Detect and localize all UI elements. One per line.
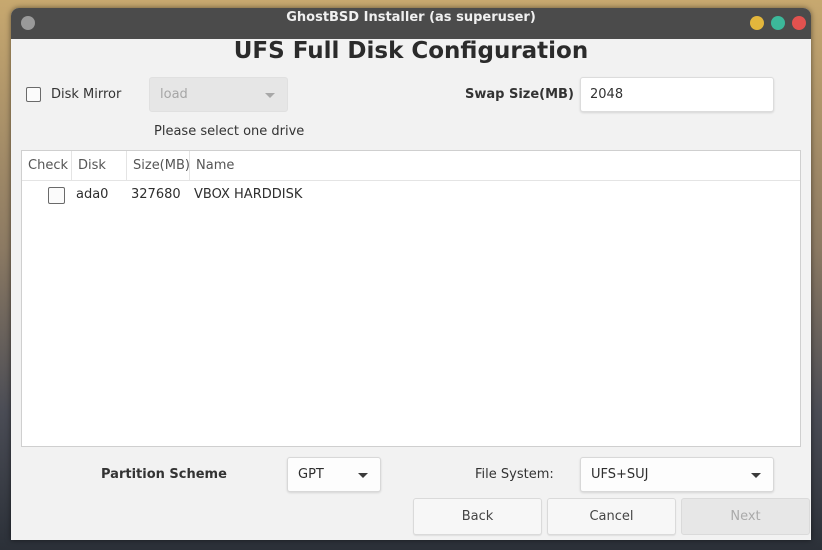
back-button[interactable]: Back xyxy=(413,498,542,535)
disk-cell: ada0 xyxy=(76,187,109,202)
table-row[interactable]: ada0 327680 VBOX HARDDISK xyxy=(22,180,800,210)
column-header-size[interactable]: Size(MB) xyxy=(127,151,190,180)
partition-scheme-label: Partition Scheme xyxy=(101,467,227,482)
swap-size-input[interactable] xyxy=(590,87,760,102)
swap-size-field[interactable] xyxy=(580,77,774,112)
table-header: Check Disk Size(MB) Name xyxy=(22,151,800,181)
file-system-label: File System: xyxy=(475,467,554,482)
column-header-name[interactable]: Name xyxy=(190,151,800,180)
next-button[interactable]: Next xyxy=(681,498,810,535)
size-cell: 327680 xyxy=(131,187,181,202)
installer-window: GhostBSD Installer (as superuser) UFS Fu… xyxy=(11,8,811,540)
disk-table: Check Disk Size(MB) Name ada0 327680 VBO… xyxy=(21,150,801,447)
page-title: UFS Full Disk Configuration xyxy=(233,38,589,64)
partition-scheme-value: GPT xyxy=(298,467,324,482)
name-cell: VBOX HARDDISK xyxy=(194,187,303,202)
partition-scheme-select[interactable]: GPT xyxy=(287,457,381,492)
mirror-type-value: load xyxy=(160,87,188,102)
column-header-check[interactable]: Check xyxy=(22,151,72,180)
cancel-button[interactable]: Cancel xyxy=(547,498,676,535)
chevron-down-icon xyxy=(751,473,761,478)
chevron-down-icon xyxy=(358,473,368,478)
file-system-select[interactable]: UFS+SUJ xyxy=(580,457,774,492)
disk-mirror-checkbox[interactable] xyxy=(26,87,41,102)
disk-mirror-label: Disk Mirror xyxy=(51,87,122,102)
drive-hint: Please select one drive xyxy=(154,124,305,139)
disk-select-checkbox[interactable] xyxy=(48,187,65,204)
file-system-value: UFS+SUJ xyxy=(591,467,649,482)
content-area: UFS Full Disk Configuration Disk Mirror … xyxy=(11,8,811,540)
mirror-type-select[interactable]: load xyxy=(149,77,288,112)
chevron-down-icon xyxy=(265,93,275,98)
column-header-disk[interactable]: Disk xyxy=(72,151,127,180)
swap-size-label: Swap Size(MB) xyxy=(465,87,574,102)
